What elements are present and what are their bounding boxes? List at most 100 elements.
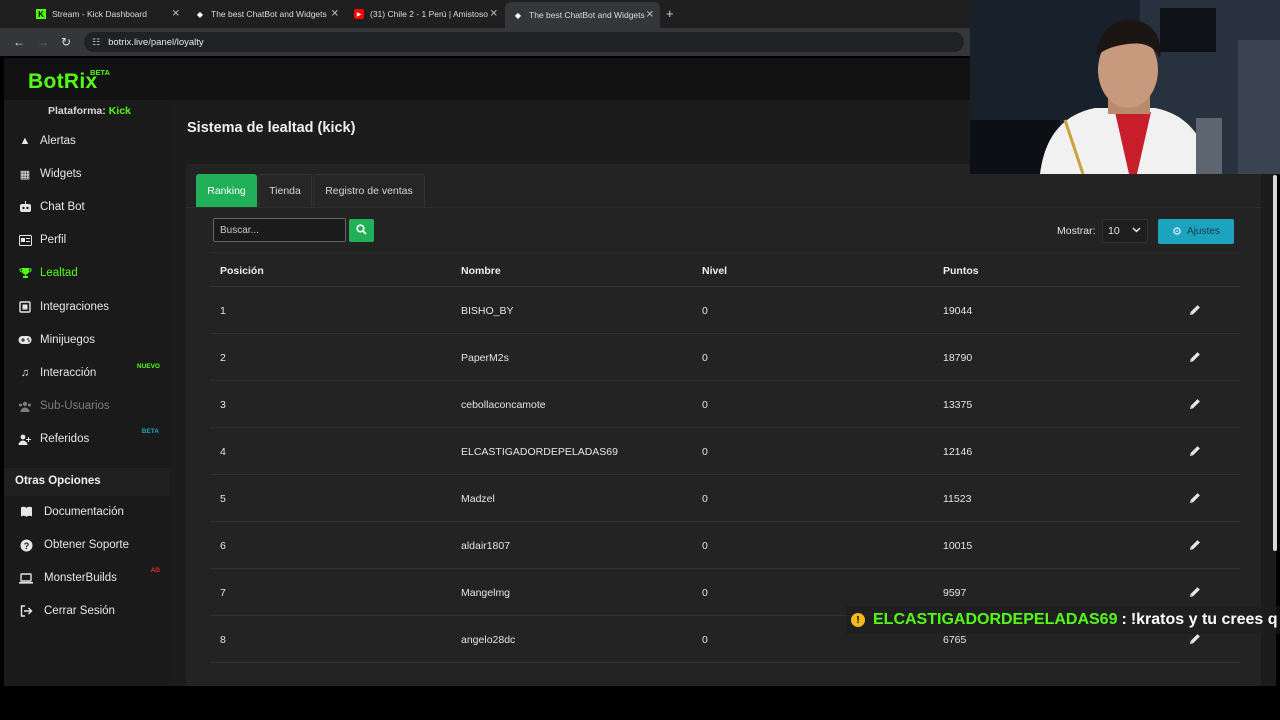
cell-points: 18790 xyxy=(943,352,973,364)
browser-tab-youtube[interactable]: ▶ (31) Chile 2 - 1 Perú | Amistoso ✕ xyxy=(346,3,504,25)
edit-pencil-icon[interactable] xyxy=(1188,538,1202,552)
sidebar-item-label: Widgets xyxy=(40,168,82,180)
edit-pencil-icon[interactable] xyxy=(1188,303,1202,317)
sidebar-item-label: Obtener Soporte xyxy=(44,539,130,551)
new-tab-button[interactable]: + xyxy=(666,6,674,21)
cell-name: cebollaconcamote xyxy=(461,399,546,411)
sidebar-item-sub-usuarios[interactable]: Sub-Usuarios xyxy=(4,391,169,421)
webcam-overlay xyxy=(970,0,1280,174)
sidebar-item-label: Cerrar Sesión xyxy=(44,605,115,617)
table-row: 3 cebollaconcamote 0 13375 xyxy=(210,381,1240,428)
browser-tab-kick-dashboard[interactable]: K Stream - Kick Dashboard ✕ xyxy=(28,3,186,25)
sidebar-item-minijuegos[interactable]: Minijuegos xyxy=(4,325,169,355)
sidebar-item-cerrar-sesion[interactable]: Cerrar Sesión xyxy=(4,596,169,626)
sidebar-item-interaccion[interactable]: ♫ Interacción NUEVO xyxy=(4,358,169,388)
settings-button[interactable]: ⚙ Ajustes xyxy=(1158,219,1234,244)
page-scrollbar[interactable] xyxy=(1273,175,1277,551)
cell-points: 12146 xyxy=(943,446,973,458)
tab-registro-de-ventas[interactable]: Registro de ventas xyxy=(313,174,425,207)
cell-points: 6765 xyxy=(943,634,967,646)
cell-level: 0 xyxy=(702,634,708,646)
search-button[interactable] xyxy=(349,219,374,242)
sidebar-item-monsterbuilds[interactable]: MonsterBuilds AD xyxy=(4,563,169,593)
sidebar-item-chat-bot[interactable]: Chat Bot xyxy=(4,192,169,222)
edit-pencil-icon[interactable] xyxy=(1188,350,1202,364)
cell-position: 8 xyxy=(220,634,226,646)
sidebar-item-label: Documentación xyxy=(44,506,124,518)
botrix-icon: ◆ xyxy=(514,10,522,20)
table-row: 6 aldair1807 0 10015 xyxy=(210,522,1240,569)
cell-position: 4 xyxy=(220,446,226,458)
cell-points: 19044 xyxy=(943,305,973,317)
forward-arrow-icon[interactable]: → xyxy=(37,35,49,49)
show-entries-label: Mostrar: xyxy=(1057,225,1096,237)
cell-points: 10015 xyxy=(943,540,973,552)
sidebar-item-integraciones[interactable]: Integraciones xyxy=(4,292,169,322)
sidebar-item-lealtad[interactable]: Lealtad xyxy=(4,258,169,288)
cell-name: aldair1807 xyxy=(461,540,511,552)
url-text: botrix.live/panel/loyalty xyxy=(108,36,204,48)
warning-icon: ▲ xyxy=(19,135,31,147)
chat-badge-icon: ! xyxy=(851,613,865,627)
platform-indicator: Plataforma: Kick xyxy=(48,105,131,117)
page-title: Sistema de lealtad (kick) xyxy=(187,120,356,136)
edit-pencil-icon[interactable] xyxy=(1188,491,1202,505)
sidebar-item-referidos[interactable]: Referidos BETA xyxy=(4,424,169,454)
url-field[interactable]: ☷ botrix.live/panel/loyalty xyxy=(84,32,964,52)
sidebar-item-perfil[interactable]: Perfil xyxy=(4,225,169,255)
chat-message-overlay: ! ELCASTIGADORDEPELADAS69 : !kratos y tu… xyxy=(846,606,1280,634)
gamepad-icon xyxy=(18,333,32,347)
botrix-logo[interactable]: BotRix xyxy=(28,70,97,94)
sidebar-item-label: MonsterBuilds xyxy=(44,572,117,584)
sidebar-item-documentacion[interactable]: Documentación xyxy=(4,497,169,527)
show-entries-value: 10 xyxy=(1108,225,1120,237)
cell-level: 0 xyxy=(702,540,708,552)
sidebar-item-widgets[interactable]: ▦ Widgets xyxy=(4,159,169,189)
grid-icon: ▦ xyxy=(19,168,31,181)
sidebar: Plataforma: Kick ▲ Alertas ▦ Widgets Cha… xyxy=(4,100,169,686)
search-input[interactable] xyxy=(213,218,346,242)
back-arrow-icon[interactable]: ← xyxy=(13,35,25,49)
botrix-icon: ◆ xyxy=(196,9,204,19)
beta-badge: BETA xyxy=(141,428,159,435)
column-header-name[interactable]: Nombre xyxy=(461,265,501,277)
sidebar-item-label: Perfil xyxy=(40,234,67,246)
column-header-level[interactable]: Nivel xyxy=(702,265,727,277)
cell-position: 1 xyxy=(220,305,226,317)
cell-position: 3 xyxy=(220,399,226,411)
sidebar-item-obtener-soporte[interactable]: ? Obtener Soporte xyxy=(4,530,169,560)
cell-level: 0 xyxy=(702,587,708,599)
trophy-icon xyxy=(18,266,32,280)
book-icon xyxy=(19,505,33,519)
laptop-icon xyxy=(19,571,33,585)
close-icon[interactable]: ✕ xyxy=(490,9,498,20)
tab-ranking[interactable]: Ranking xyxy=(196,174,257,207)
close-icon[interactable]: ✕ xyxy=(331,9,339,20)
site-info-icon[interactable]: ☷ xyxy=(92,37,100,48)
edit-pencil-icon[interactable] xyxy=(1188,632,1202,646)
tab-tienda[interactable]: Tienda xyxy=(258,174,312,207)
webcam-image xyxy=(970,0,1280,174)
edit-pencil-icon[interactable] xyxy=(1188,444,1202,458)
sidebar-item-label: Alertas xyxy=(40,135,76,147)
sidebar-item-alertas[interactable]: ▲ Alertas xyxy=(4,126,169,156)
table-row: 5 Madzel 0 11523 xyxy=(210,475,1240,522)
show-entries-select[interactable]: 10 xyxy=(1102,219,1148,243)
column-header-position[interactable]: Posición xyxy=(220,265,264,277)
cell-name: ELCASTIGADORDEPELADAS69 xyxy=(461,446,618,458)
reload-icon[interactable]: ↻ xyxy=(61,35,71,49)
browser-address-bar: ← → ↻ ☷ botrix.live/panel/loyalty xyxy=(0,28,970,56)
edit-pencil-icon[interactable] xyxy=(1188,397,1202,411)
close-icon[interactable]: ✕ xyxy=(646,10,654,21)
user-plus-icon xyxy=(18,432,32,446)
tab-title: (31) Chile 2 - 1 Perú | Amistoso xyxy=(370,9,488,19)
edit-pencil-icon[interactable] xyxy=(1188,585,1202,599)
sidebar-item-label: Referidos xyxy=(40,433,90,445)
browser-tab-botrix[interactable]: ◆ The best ChatBot and Widgets ✕ xyxy=(187,3,345,25)
cell-points: 9597 xyxy=(943,587,967,599)
column-header-points[interactable]: Puntos xyxy=(943,265,979,277)
new-badge: NUEVO xyxy=(136,363,160,370)
cell-level: 0 xyxy=(702,493,708,505)
browser-tab-botrix-active[interactable]: ◆ The best ChatBot and Widgets ✕ xyxy=(505,2,660,28)
close-icon[interactable]: ✕ xyxy=(172,9,180,20)
